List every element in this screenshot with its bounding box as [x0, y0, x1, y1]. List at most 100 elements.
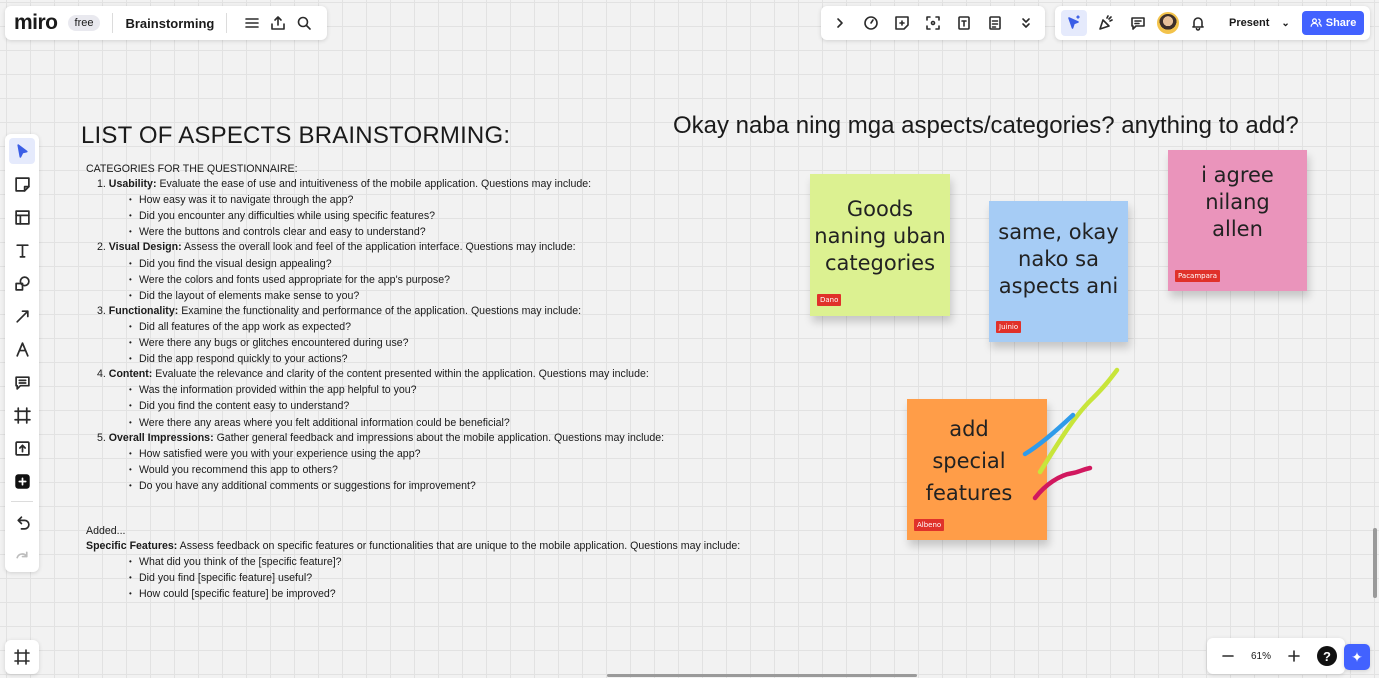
- sticky-note[interactable]: same, okay nako sa aspects ani Juinio: [989, 201, 1128, 342]
- zoom-controls: 61% ?: [1207, 638, 1346, 674]
- chevrons-down-icon[interactable]: [1013, 10, 1039, 36]
- sticky-add-icon[interactable]: [889, 10, 915, 36]
- divider: [11, 501, 33, 502]
- added-label: Added...: [86, 524, 126, 537]
- category-line: 3. Functionality: Examine the functional…: [86, 304, 740, 319]
- question-item: Did all features of the app work as expe…: [86, 319, 740, 335]
- text-tool-icon[interactable]: [9, 237, 35, 263]
- author-tag: Albeno: [914, 519, 945, 531]
- session-toolbar: Present ⌄ Share: [1055, 6, 1371, 40]
- category-desc: Evaluate the ease of use and intuitivene…: [159, 178, 592, 191]
- category-name: Content:: [108, 368, 153, 381]
- category-name: Visual Design:: [108, 241, 182, 254]
- category-line: 4. Content: Evaluate the relevance and c…: [86, 367, 740, 382]
- note-line: nilang: [1205, 190, 1270, 214]
- category-desc: Assess the overall look and feel of the …: [183, 241, 576, 254]
- category-desc: Examine the functionality and performanc…: [181, 304, 582, 317]
- green-stroke[interactable]: [1037, 367, 1120, 475]
- category-desc: Assess feedback on specific features or …: [179, 540, 741, 553]
- bell-icon[interactable]: [1185, 10, 1211, 36]
- timer-icon[interactable]: [858, 10, 884, 36]
- question-item: Were the buttons and controls clear and …: [86, 224, 740, 240]
- templates-tool-icon[interactable]: [9, 204, 35, 230]
- cursor-select-icon[interactable]: [1061, 10, 1087, 36]
- sticky-note[interactable]: i agree nilang allen Pacampara: [1168, 150, 1307, 291]
- present-label: Present: [1229, 17, 1270, 29]
- zoom-in-icon[interactable]: [1281, 643, 1307, 669]
- category-number: 5.: [97, 431, 106, 444]
- question-item: Was the information provided within the …: [86, 382, 740, 398]
- question-item: Did you find the visual design appealing…: [86, 256, 740, 272]
- comment-icon[interactable]: [1125, 10, 1151, 36]
- menu-icon[interactable]: [239, 10, 265, 36]
- question-item: How satisfied were you with your experie…: [86, 446, 740, 462]
- sticky-note-tool-icon[interactable]: [9, 171, 35, 197]
- sparkle-icon: ✦: [1351, 648, 1363, 665]
- select-tool-icon[interactable]: [9, 138, 35, 164]
- note-line: allen: [1212, 217, 1263, 241]
- user-avatar[interactable]: [1157, 12, 1179, 34]
- plan-badge[interactable]: free: [67, 15, 101, 31]
- board-header: miro free Brainstorming: [5, 6, 328, 40]
- author-tag: Dano: [817, 294, 842, 306]
- shapes-tool-icon[interactable]: [9, 270, 35, 296]
- users-icon: [1310, 18, 1322, 27]
- export-icon[interactable]: [265, 10, 291, 36]
- note-line: special: [932, 449, 1006, 473]
- category-name: Functionality:: [108, 304, 179, 317]
- question-text[interactable]: Okay naba ning mga aspects/categories? a…: [673, 112, 1299, 140]
- connector-tool-icon[interactable]: [9, 303, 35, 329]
- extra-category-line: Specific Features: Assess feedback on sp…: [86, 539, 740, 554]
- voting-icon[interactable]: [951, 10, 977, 36]
- frames-panel-button[interactable]: [5, 640, 39, 674]
- zoom-level[interactable]: 61%: [1251, 651, 1271, 662]
- reactions-icon[interactable]: [1093, 10, 1119, 36]
- collaboration-toolbar: [821, 6, 1045, 40]
- question-item: Do you have any additional comments or s…: [86, 478, 740, 494]
- frames-icon: [9, 644, 35, 670]
- frame-tool-icon[interactable]: [9, 402, 35, 428]
- chevron-down-icon[interactable]: ⌄: [1281, 18, 1289, 29]
- board-title[interactable]: Brainstorming: [125, 16, 214, 31]
- miro-logo[interactable]: miro: [14, 11, 58, 35]
- help-button[interactable]: ?: [1317, 646, 1338, 666]
- question-item: Were there any areas where you felt addi…: [86, 415, 740, 431]
- sticky-note[interactable]: Goods naning uban categories Dano: [810, 174, 950, 316]
- vertical-scrollbar[interactable]: [1373, 528, 1377, 598]
- question-item: Did you encounter any difficulties while…: [86, 208, 740, 224]
- questionnaire-text-block[interactable]: CATEGORIES FOR THE QUESTIONNAIRE: 1. Usa…: [86, 162, 740, 602]
- pink-stroke[interactable]: [1032, 465, 1093, 501]
- comment-tool-icon[interactable]: [9, 369, 35, 395]
- question-item: Did the layout of elements make sense to…: [86, 288, 740, 304]
- more-apps-icon[interactable]: [9, 468, 35, 494]
- question-item: How could [specific feature] be improved…: [86, 586, 740, 602]
- chevron-right-icon[interactable]: [827, 10, 853, 36]
- note-line: features: [925, 481, 1013, 505]
- horizontal-scrollbar[interactable]: [607, 674, 917, 677]
- present-button[interactable]: Present ⌄: [1217, 17, 1296, 29]
- zoom-out-icon[interactable]: [1215, 643, 1241, 669]
- pen-tool-icon[interactable]: [9, 336, 35, 362]
- ai-assist-button[interactable]: ✦: [1344, 644, 1370, 670]
- focus-frame-icon[interactable]: [920, 10, 946, 36]
- undo-icon[interactable]: [9, 509, 35, 535]
- redo-icon[interactable]: [9, 542, 35, 568]
- category-desc: Evaluate the relevance and clarity of th…: [155, 368, 649, 381]
- upload-tool-icon[interactable]: [9, 435, 35, 461]
- question-item: Did the app respond quickly to your acti…: [86, 351, 740, 367]
- freehand-drawing[interactable]: [1015, 360, 1125, 510]
- search-icon[interactable]: [291, 10, 317, 36]
- category-number: 3.: [97, 304, 106, 317]
- author-tag: Juinio: [996, 321, 1022, 333]
- category-number: 4.: [97, 368, 106, 381]
- category-name: Overall Impressions:: [108, 431, 214, 444]
- category-number: 2.: [97, 241, 106, 254]
- category-desc: Gather general feedback and impressions …: [216, 431, 665, 444]
- notes-icon[interactable]: [982, 10, 1008, 36]
- author-tag: Pacampara: [1175, 270, 1221, 282]
- board-heading[interactable]: LIST OF ASPECTS BRAINSTORMING:: [81, 122, 510, 150]
- share-button[interactable]: Share: [1301, 11, 1365, 35]
- note-line: categories: [824, 251, 936, 275]
- question-item: How easy was it to navigate through the …: [86, 192, 740, 208]
